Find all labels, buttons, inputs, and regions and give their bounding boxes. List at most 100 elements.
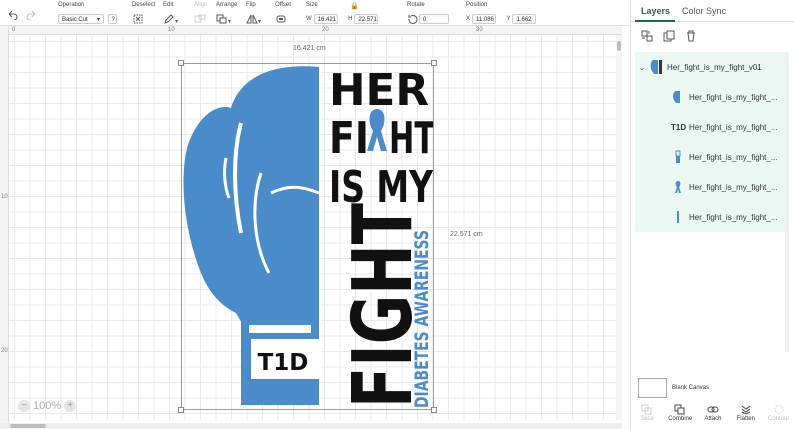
attach-label: Attach <box>704 416 722 422</box>
layer-item[interactable]: Her_fight_is_my_fight_... <box>635 172 785 202</box>
width-dimension-label: 16.421 cm <box>293 45 326 52</box>
flip-label: Flip <box>246 2 256 8</box>
selection-bounding-box <box>181 63 434 410</box>
operation-info-button[interactable]: ? <box>108 13 118 24</box>
scroll-thumb[interactable] <box>617 41 621 51</box>
redo-button[interactable] <box>26 6 38 24</box>
slice-button[interactable]: Slice <box>631 402 664 429</box>
chevron-down-icon: ▾ <box>228 19 232 25</box>
redo-icon <box>26 10 36 20</box>
height-input[interactable]: 22.571 <box>354 13 379 24</box>
position-label: Position <box>466 2 488 8</box>
zoom-out-button[interactable]: − <box>18 400 30 412</box>
line-icon <box>677 211 679 223</box>
x-label: X <box>466 15 471 22</box>
t1d-text-icon: T1D <box>671 122 687 132</box>
combine-label: Combine <box>668 416 693 422</box>
duplicate-icon[interactable] <box>663 30 675 42</box>
size-group: Size W 16.421 🔒 H 22.571 <box>306 2 379 28</box>
deselect-icon[interactable] <box>132 14 144 24</box>
rotate-icon <box>408 14 418 24</box>
horizontal-scrollbar[interactable] <box>0 423 622 429</box>
ruler-mark: 10 <box>168 27 175 33</box>
attach-icon <box>707 406 719 413</box>
layer-group-header[interactable]: ⌄ Her_fight_is_my_fight_v01 <box>635 52 785 82</box>
blank-canvas-label: Blank Canvas <box>672 385 710 391</box>
flip-icon[interactable] <box>246 14 258 24</box>
flatten-button[interactable]: Flatten <box>729 402 762 429</box>
lock-icon[interactable]: 🔒 <box>350 2 359 10</box>
ruler-mark: 20 <box>322 27 329 33</box>
layer-name: Her_fight_is_my_fight_... <box>689 182 777 192</box>
ruler-mark: 0 <box>12 27 16 33</box>
undo-icon <box>8 10 18 20</box>
resize-handle-top-right[interactable] <box>431 60 437 66</box>
zoom-controls: − 100% + <box>18 399 77 413</box>
tab-color-sync[interactable]: Color Sync <box>682 6 726 16</box>
operation-group: Operation Basic Cut ▾ ? <box>58 2 118 28</box>
edit-pen-icon[interactable] <box>163 14 175 24</box>
resize-handle-bottom-left[interactable] <box>178 407 184 413</box>
design-canvas[interactable]: 0 10 20 30 10 20 16.421 cm 22.571 cm T1D… <box>0 26 622 429</box>
layer-name: Her_fight_is_my_fight_... <box>689 92 777 102</box>
ribbon-icon <box>675 181 681 193</box>
layer-tools <box>631 22 794 50</box>
y-label: Y <box>506 15 511 22</box>
align-icon[interactable] <box>194 14 206 24</box>
flatten-label: Flatten <box>736 416 755 422</box>
deselect-group: Deselect <box>132 2 155 28</box>
layer-name: Her_fight_is_my_fight_... <box>689 212 777 222</box>
horizontal-ruler: 0 10 20 30 <box>0 26 622 35</box>
zoom-in-button[interactable]: + <box>64 400 77 412</box>
combine-icon <box>674 404 685 415</box>
chevron-down-icon: ▾ <box>258 19 262 25</box>
size-label: Size <box>306 2 318 8</box>
vertical-scrollbar[interactable] <box>616 35 622 420</box>
arrange-icon[interactable] <box>216 14 228 24</box>
rotate-input[interactable]: 0 <box>419 13 449 24</box>
tab-layers[interactable]: Layers <box>641 6 670 16</box>
blank-canvas-swatch[interactable] <box>638 378 667 398</box>
attach-button[interactable]: Attach <box>697 402 730 429</box>
ruler-mark: 30 <box>476 27 483 33</box>
layer-group: ⌄ Her_fight_is_my_fight_v01 Her_fight_is… <box>635 52 785 232</box>
layers-panel: Layers Color Sync ⌄ Her_fight_is_my_figh… <box>630 0 794 429</box>
x-position-input[interactable]: 11.086 <box>472 13 497 24</box>
layer-item[interactable]: Her_fight_is_my_fight_... <box>635 202 785 232</box>
height-dimension-label: 22.571 cm <box>450 231 483 238</box>
contour-icon <box>774 405 784 414</box>
offset-icon[interactable] <box>275 14 287 24</box>
edit-group: Edit ▾ <box>163 2 178 28</box>
scroll-thumb[interactable] <box>10 424 46 428</box>
chevron-down-icon: ▾ <box>175 19 179 25</box>
trash-icon[interactable] <box>685 30 697 42</box>
combine-button[interactable]: Combine <box>664 402 697 429</box>
group-icon[interactable] <box>641 30 653 42</box>
rotate-label: Rotate <box>407 2 425 8</box>
contour-button[interactable]: Contour <box>762 402 794 429</box>
layer-item[interactable]: T1D Her_fight_is_my_fight_... <box>635 112 785 142</box>
height-label: H <box>348 15 353 22</box>
align-group: Align <box>194 2 207 28</box>
width-label: W <box>306 15 312 22</box>
chevron-down-icon[interactable]: ⌄ <box>635 63 649 72</box>
undo-button[interactable] <box>6 6 18 24</box>
design-thumbnail-icon <box>650 60 662 74</box>
offset-group: Offset <box>275 2 291 28</box>
glove-icon <box>672 91 680 103</box>
width-input[interactable]: 16.421 <box>313 13 338 24</box>
operation-select[interactable]: Basic Cut ▾ <box>58 13 104 24</box>
bottom-tools: Slice Combine Attach Flatten Contour <box>631 402 794 429</box>
layer-group-name: Her_fight_is_my_fight_v01 <box>667 62 762 72</box>
panel-tabs: Layers Color Sync <box>631 0 794 22</box>
layer-item[interactable]: Her_fight_is_my_fight_... <box>635 82 785 112</box>
resize-handle-bottom-right[interactable] <box>431 407 437 413</box>
resize-handle-top-left[interactable] <box>178 60 184 66</box>
panel-scrollbar[interactable] <box>785 52 789 352</box>
vertical-ruler: 10 20 <box>0 26 9 429</box>
contour-label: Contour <box>767 416 790 422</box>
layer-item[interactable]: Her_fight_is_my_fight_... <box>635 142 785 172</box>
y-position-input[interactable]: 1.662 <box>512 13 537 24</box>
chevron-down-icon: ▾ <box>96 16 100 23</box>
layer-name: Her_fight_is_my_fight_... <box>689 152 777 162</box>
